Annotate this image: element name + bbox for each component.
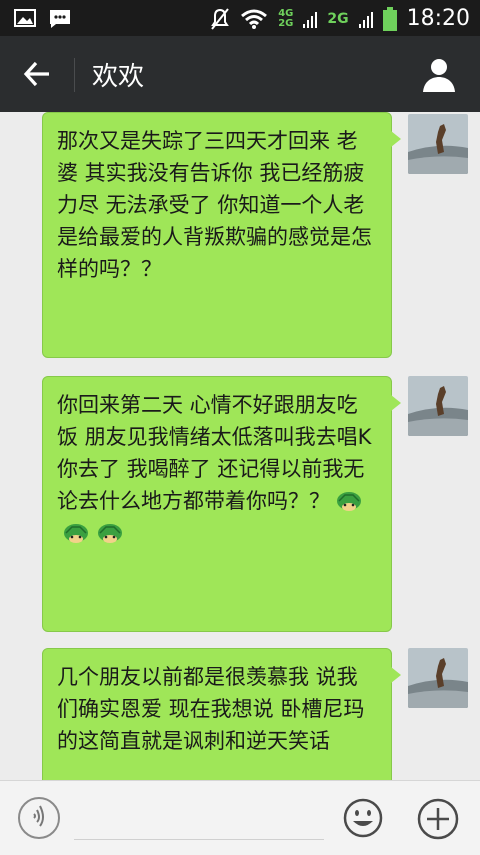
emoji-button[interactable]	[342, 797, 384, 839]
network-2g-label: 2G	[327, 10, 349, 27]
title-bar: 欢欢	[0, 36, 480, 112]
network-type: 4G 2G	[278, 7, 294, 29]
chat-area[interactable]: 那次又是失踪了三四天才回来 老婆 其实我没有告诉你 我已经筋疲力尽 无法承受了 …	[0, 112, 480, 780]
status-time: 18:20	[406, 6, 470, 31]
turtle-emoji-icon	[64, 524, 88, 543]
network-4g-label: 4G	[278, 7, 294, 19]
message-text[interactable]: 几个朋友以前都是很羡慕我 说我们确实恩爱 现在我想说 卧槽尼玛的这简直就是讽刺和…	[42, 648, 401, 780]
arrow-left-icon	[23, 61, 49, 87]
turtle-emoji-icon	[337, 492, 361, 511]
profile-button[interactable]	[420, 56, 458, 94]
signal-icon	[303, 11, 318, 28]
avatar[interactable]	[408, 648, 468, 708]
voice-button[interactable]	[18, 797, 60, 839]
network-2g-small-label: 2G	[278, 17, 294, 29]
message-bubble-1: 那次又是失踪了三四天才回来 老婆 其实我没有告诉你 我已经筋疲力尽 无法承受了 …	[42, 112, 401, 358]
message-text[interactable]: 那次又是失踪了三四天才回来 老婆 其实我没有告诉你 我已经筋疲力尽 无法承受了 …	[42, 112, 401, 358]
battery-icon	[382, 6, 397, 31]
avatar[interactable]	[408, 114, 468, 174]
input-bar	[0, 780, 480, 855]
voice-icon	[33, 805, 44, 827]
title-divider	[74, 58, 75, 92]
avatar[interactable]	[408, 376, 468, 436]
wifi-icon	[241, 9, 268, 29]
status-bar: 4G 2G 2G 18:20	[0, 0, 480, 36]
more-button[interactable]	[416, 797, 460, 841]
image-icon	[14, 9, 36, 27]
message-text-content: 你回来第二天 心情不好跟朋友吃饭 朋友见我情绪太低落叫我去唱K 你去了 我喝醉了…	[57, 393, 372, 513]
message-icon	[50, 10, 70, 28]
message-bubble-3: 几个朋友以前都是很羡慕我 说我们确实恩爱 现在我想说 卧槽尼玛的这简直就是讽刺和…	[42, 648, 401, 780]
message-text[interactable]: 你回来第二天 心情不好跟朋友吃饭 朋友见我情绪太低落叫我去唱K 你去了 我喝醉了…	[42, 376, 401, 632]
person-icon	[423, 59, 455, 92]
smiley-icon	[343, 798, 383, 838]
mute-icon	[211, 7, 230, 30]
plus-icon	[417, 798, 459, 840]
avatar-image	[408, 376, 468, 436]
avatar-image	[408, 648, 468, 708]
avatar-image	[408, 114, 468, 174]
message-bubble-2: 你回来第二天 心情不好跟朋友吃饭 朋友见我情绪太低落叫我去唱K 你去了 我喝醉了…	[42, 376, 401, 632]
message-input[interactable]	[74, 801, 324, 840]
chat-title: 欢欢	[92, 62, 145, 92]
signal-icon	[358, 11, 373, 28]
turtle-emoji-icon	[98, 524, 122, 543]
back-button[interactable]	[18, 56, 58, 92]
